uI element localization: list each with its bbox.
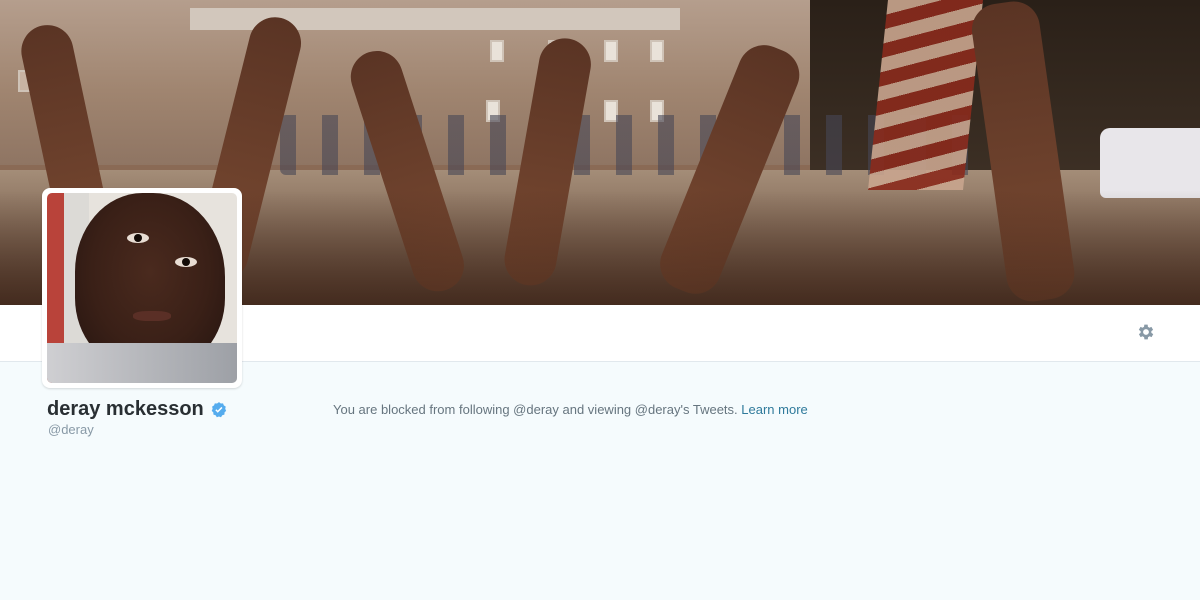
settings-button[interactable] <box>1134 320 1158 344</box>
blocked-notice-text: You are blocked from following @deray an… <box>333 402 738 417</box>
avatar[interactable] <box>42 188 242 388</box>
gear-icon <box>1138 324 1154 340</box>
profile-handle: @deray <box>48 422 94 437</box>
profile-name: deray mckesson <box>47 398 228 421</box>
learn-more-link[interactable]: Learn more <box>741 402 807 417</box>
blocked-notice: You are blocked from following @deray an… <box>333 402 808 417</box>
avatar-image <box>47 193 237 383</box>
verified-badge-icon <box>211 401 226 417</box>
header-flag <box>868 0 983 190</box>
profile-name-text: deray mckesson <box>47 398 204 420</box>
